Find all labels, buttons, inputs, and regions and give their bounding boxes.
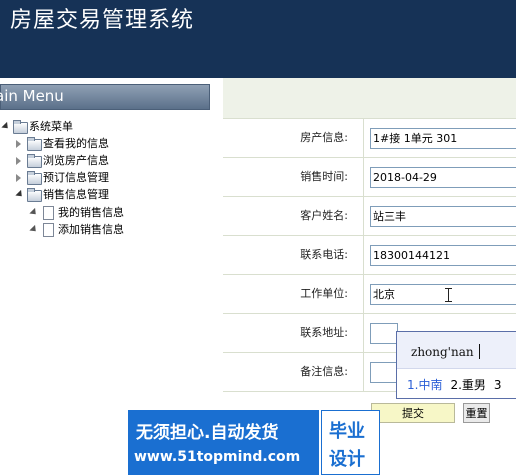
watermark-right: 毕业 设计 <box>321 410 380 475</box>
ime-candidates: 1.中南 2.重男 3 <box>407 376 510 393</box>
watermark-left: 无须担心.自动发货 www.51topmind.com <box>128 410 319 475</box>
watermark-line1: 无须担心.自动发货 <box>136 423 279 443</box>
sidebar-title: ain Menu <box>0 87 64 105</box>
tree-item-label: 浏览房产信息 <box>43 154 109 167</box>
app-title: 房屋交易管理系统 <box>10 8 195 33</box>
row-divider <box>363 158 364 197</box>
bullet-icon <box>29 224 39 235</box>
tree-root-label: 系统菜单 <box>29 120 73 133</box>
expand-down-icon[interactable] <box>15 189 25 200</box>
sale-date-input[interactable]: 2018-04-29 <box>370 167 516 188</box>
phone-input[interactable]: 18300144121 <box>370 245 516 266</box>
content-header-strip <box>223 78 516 118</box>
tree-item-label: 查看我的信息 <box>43 137 109 150</box>
property-input[interactable]: 1#接 1单元 301 <box>370 128 516 149</box>
field-label: 联系电话: <box>300 248 348 261</box>
tree-item-label: 预订信息管理 <box>43 171 109 184</box>
ime-candidate[interactable]: 2.重男 <box>450 378 485 392</box>
ime-pinyin: zhong'nan <box>411 345 474 359</box>
tree-child-label: 添加销售信息 <box>58 223 124 236</box>
watermark-right-line1: 毕业 <box>329 421 365 442</box>
form-row-employer: 工作单位: 北京 <box>223 274 516 314</box>
remarks-input[interactable] <box>370 362 398 383</box>
app-header: 房屋交易管理系统 <box>0 0 516 78</box>
ime-candidate-window[interactable]: zhong'nan 1.中南 2.重男 3 <box>396 331 516 399</box>
folder-icon <box>13 120 28 134</box>
row-divider <box>363 314 364 353</box>
form-row-phone: 联系电话: 18300144121 <box>223 235 516 275</box>
form-row-customer-name: 客户姓名: 站三丰 <box>223 196 516 236</box>
folder-icon <box>27 171 42 185</box>
ime-composition-area: zhong'nan <box>397 332 516 369</box>
row-divider <box>363 236 364 275</box>
bullet-icon <box>29 207 39 218</box>
expand-right-icon[interactable] <box>16 140 21 148</box>
submit-button[interactable]: 提交 <box>371 403 455 423</box>
address-input[interactable] <box>370 323 398 344</box>
watermark-banner: 无须担心.自动发货 www.51topmind.com 毕业 设计 <box>128 410 380 475</box>
field-label: 工作单位: <box>300 287 348 300</box>
document-icon <box>43 206 54 220</box>
watermark-line2: www.51topmind.com <box>134 449 301 465</box>
ime-caret <box>479 344 480 359</box>
field-label: 客户姓名: <box>300 209 348 222</box>
form-row-sale-date: 销售时间: 2018-04-29 <box>223 157 516 197</box>
sidebar-title-bar: ain Menu <box>0 84 210 110</box>
tree-item-label: 销售信息管理 <box>43 188 109 201</box>
reset-button[interactable]: 重置 <box>463 403 490 423</box>
document-icon <box>43 223 54 237</box>
watermark-right-line2: 设计 <box>329 449 365 470</box>
folder-icon <box>27 154 42 168</box>
customer-name-input[interactable]: 站三丰 <box>370 206 516 227</box>
expand-right-icon[interactable] <box>16 157 21 165</box>
expand-right-icon[interactable] <box>16 174 21 182</box>
folder-icon <box>27 137 42 151</box>
field-label: 销售时间: <box>300 170 348 183</box>
employer-input[interactable]: 北京 <box>370 284 516 305</box>
expand-down-icon[interactable] <box>1 121 11 132</box>
row-divider <box>363 119 364 158</box>
field-label: 房产信息: <box>300 131 348 144</box>
tree-child-label: 我的销售信息 <box>58 206 124 219</box>
row-divider <box>363 197 364 236</box>
ime-candidate[interactable]: 3 <box>494 378 502 392</box>
folder-icon <box>27 188 42 202</box>
text-cursor-icon <box>445 288 453 302</box>
row-divider <box>363 275 364 314</box>
row-divider <box>363 353 364 392</box>
form-row-property: 房产信息: 1#接 1单元 301 <box>223 118 516 158</box>
field-label: 备注信息: <box>300 365 348 378</box>
field-label: 联系地址: <box>300 326 348 339</box>
ime-candidate[interactable]: 1.中南 <box>407 378 442 392</box>
